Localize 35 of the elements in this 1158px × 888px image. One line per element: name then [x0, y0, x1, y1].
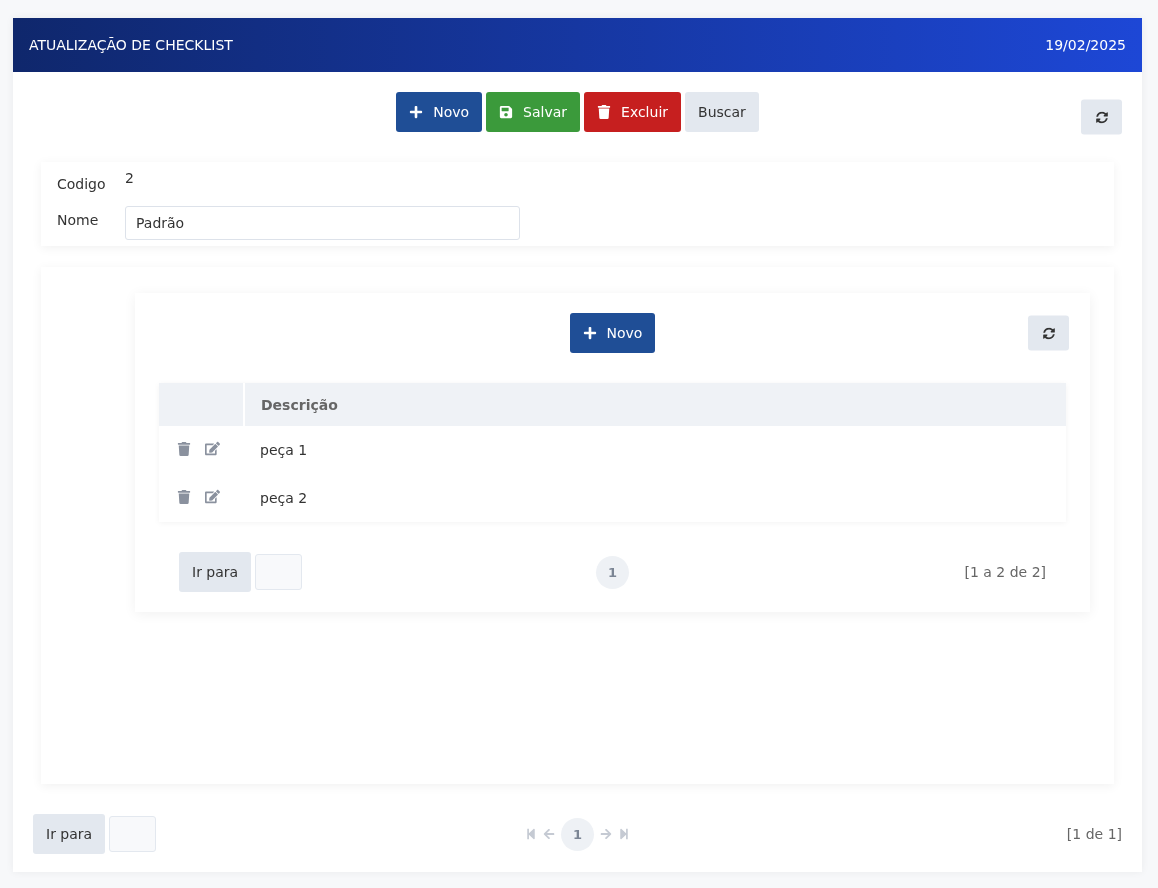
go-to-button[interactable]: Ir para — [179, 552, 252, 592]
field-label: Codigo — [57, 175, 107, 192]
column-header: Descrição — [244, 383, 1066, 426]
page-title: ATUALIZAÇÃO DE CHECKLIST — [29, 37, 233, 53]
page-input[interactable] — [255, 554, 303, 590]
new-button[interactable]: Novo — [569, 313, 656, 353]
edit-icon[interactable] — [205, 440, 220, 456]
floppy-icon — [499, 105, 514, 119]
field-label: Nome — [57, 211, 100, 228]
plus-icon — [582, 326, 597, 340]
next-page-icon[interactable] — [600, 828, 612, 840]
previous-page-icon[interactable] — [543, 828, 555, 840]
refresh-icon — [1095, 111, 1108, 123]
page-input[interactable] — [109, 816, 157, 852]
edit-icon[interactable] — [205, 488, 220, 504]
delete-button[interactable]: Excluir — [584, 92, 682, 132]
refresh-button[interactable] — [1081, 99, 1122, 135]
go-to-button[interactable]: Ir para — [33, 814, 106, 854]
table-cell: peça 1 — [244, 426, 1066, 474]
trash-icon — [597, 105, 612, 119]
new-button[interactable]: Novo — [396, 92, 483, 132]
field-value: 2 — [125, 170, 135, 188]
name-field[interactable]: Padrão — [125, 206, 520, 240]
refresh-icon — [1042, 327, 1055, 339]
refresh-button[interactable] — [1028, 315, 1069, 351]
save-button[interactable]: Salvar — [486, 92, 581, 132]
trash-icon[interactable] — [177, 441, 191, 456]
trash-icon[interactable] — [177, 489, 191, 504]
table-cell: peça 2 — [244, 474, 1066, 522]
last-page-icon[interactable] — [618, 828, 630, 840]
record-count: [1 de 1] — [1065, 826, 1122, 842]
plus-icon — [409, 105, 424, 119]
search-button[interactable]: Buscar — [685, 92, 759, 132]
date-label: 19/02/2025 — [1045, 37, 1126, 53]
record-count: [1 a 2 de 2] — [963, 564, 1046, 580]
